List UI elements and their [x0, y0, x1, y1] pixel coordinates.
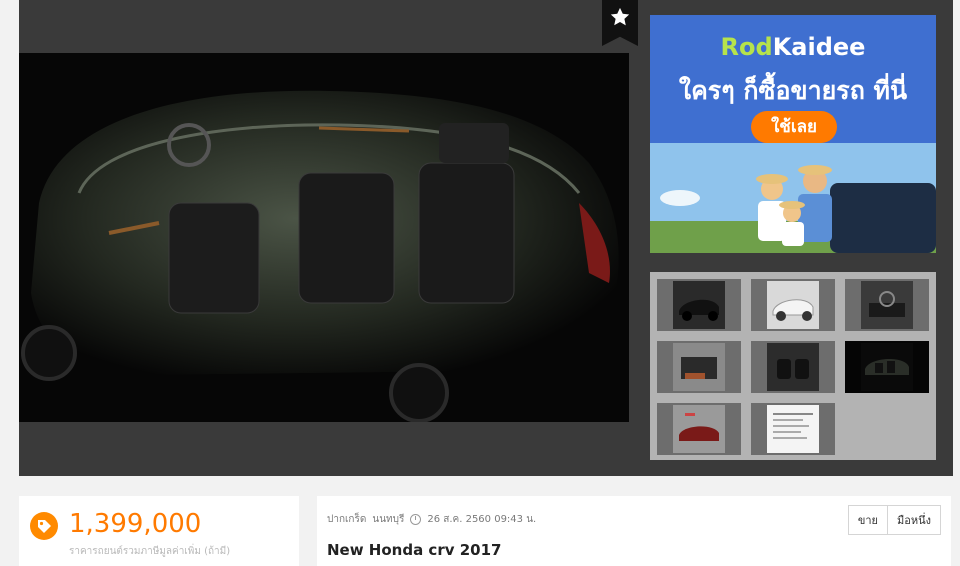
main-car-photo[interactable]: [19, 53, 629, 422]
car-interior-image: [19, 53, 629, 422]
thumbnail-grid: [650, 272, 936, 460]
thumbnail-7[interactable]: [657, 403, 741, 455]
thumbnail-1[interactable]: [657, 279, 741, 331]
listing-title: New Honda crv 2017: [327, 541, 502, 559]
ad-logo-part2: Kaidee: [772, 33, 866, 61]
star-icon: [610, 7, 630, 26]
listing-info-card: ปากเกร็ด นนทบุรี 26 ส.ค. 2560 09:43 น. ข…: [317, 496, 951, 566]
price-value: 1,399,000: [69, 509, 202, 539]
ad-logo: RodKaidee: [650, 33, 936, 61]
ad-logo-part1: Rod: [720, 33, 773, 61]
thumbnail-image: [767, 405, 819, 453]
price-card: 1,399,000 ราคารถยนต์รวมภาษีมูลค่าเพิ่ม (…: [19, 496, 299, 566]
ad-cta-button[interactable]: ใช้เลย: [751, 111, 837, 143]
thumbnail-6[interactable]: [845, 341, 929, 393]
price-tag-icon: [30, 512, 58, 540]
posted-time: 26 ส.ค. 2560 09:43 น.: [427, 514, 537, 525]
thumbnail-2[interactable]: [751, 279, 835, 331]
thumbnail-image: [673, 405, 725, 453]
thumbnail-image: [673, 281, 725, 329]
photo-gallery: RodKaidee ใครๆ ก็ซื้อขายรถ ที่นี่ ใช้เลย: [19, 0, 953, 476]
listing-type-tabs: ขาย มือหนึ่ง: [847, 505, 941, 535]
tab-first-hand[interactable]: มือหนึ่ง: [888, 505, 941, 535]
listing-province: ปากเกร็ด: [327, 514, 367, 525]
thumbnail-8[interactable]: [751, 403, 835, 455]
tab-sell[interactable]: ขาย: [847, 505, 888, 535]
favorite-badge[interactable]: [602, 0, 638, 46]
clock-icon: [410, 514, 422, 525]
ad-family-photo: [650, 143, 936, 253]
listing-meta: ปากเกร็ด นนทบุรี 26 ส.ค. 2560 09:43 น.: [327, 512, 536, 527]
ad-tagline: ใครๆ ก็ซื้อขายรถ ที่นี่: [678, 76, 908, 105]
thumbnail-image: [861, 281, 913, 329]
thumbnail-3[interactable]: [845, 279, 929, 331]
listing-district: นนทบุรี: [372, 514, 405, 525]
thumbnail-image: [673, 343, 725, 391]
thumbnail-image: [861, 343, 913, 391]
thumbnail-image: [767, 281, 819, 329]
thumbnail-image: [767, 343, 819, 391]
rodkaidee-ad-banner[interactable]: RodKaidee ใครๆ ก็ซื้อขายรถ ที่นี่ ใช้เลย: [650, 15, 936, 253]
thumbnail-5[interactable]: [751, 341, 835, 393]
thumbnail-4[interactable]: [657, 341, 741, 393]
